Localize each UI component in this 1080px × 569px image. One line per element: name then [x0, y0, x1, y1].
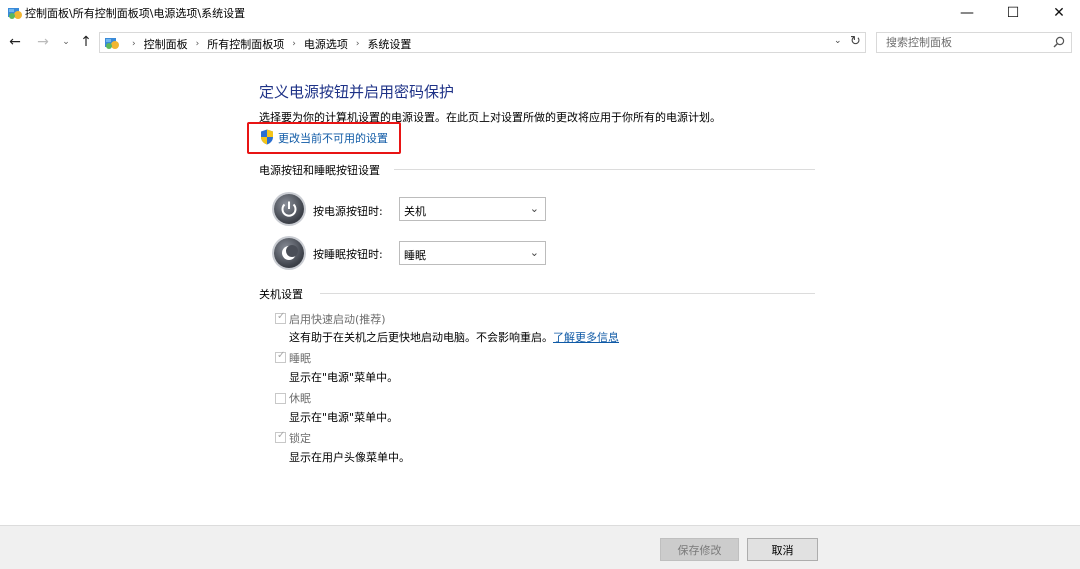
control-panel-icon	[105, 38, 119, 49]
sleep-button-icon	[274, 238, 304, 268]
sleep-option-label: 睡眠	[289, 352, 311, 365]
footer-bar: 保存修改 取消	[0, 525, 1080, 569]
search-box[interactable]	[876, 32, 1072, 53]
refresh-button[interactable]: ↻	[850, 34, 861, 49]
breadcrumb-separator: ›	[292, 39, 296, 49]
checkmark-icon: ✓	[277, 350, 286, 361]
breadcrumb-separator: ›	[195, 39, 200, 49]
chevron-down-icon: ⌄	[529, 202, 539, 215]
checkmark-icon: ✓	[277, 430, 286, 441]
back-button[interactable]: ←	[4, 29, 26, 55]
chevron-down-icon: ⌄	[529, 246, 539, 259]
power-button-icon	[274, 194, 304, 224]
fast-startup-description: 这有助于在关机之后更快地启动电脑。不会影响重启。了解更多信息	[289, 329, 619, 345]
sleep-button-action-select[interactable]: 睡眠 ⌄	[399, 241, 546, 265]
power-button-label: 按电源按钮时:	[313, 205, 383, 218]
section-divider	[320, 293, 815, 294]
hibernate-checkbox[interactable]	[275, 393, 286, 404]
address-row: ← → ⌄ ↑ › 控制面板 › 所有控制面板项 › 电源选项 › 系统设置 ⌄…	[0, 29, 1080, 55]
close-button[interactable]: ✕	[1036, 0, 1080, 26]
section-heading-shutdown: 关机设置	[259, 288, 303, 301]
power-button-action-select[interactable]: 关机 ⌄	[399, 197, 546, 221]
cancel-button[interactable]: 取消	[747, 538, 818, 561]
fast-startup-checkbox[interactable]: ✓	[275, 311, 286, 324]
lock-option-label: 锁定	[289, 432, 311, 445]
breadcrumb: › 控制面板 › 所有控制面板项 › 电源选项 › 系统设置	[124, 36, 411, 52]
address-dropdown-button[interactable]: ⌄	[834, 36, 842, 46]
learn-more-link[interactable]: 了解更多信息	[553, 331, 619, 344]
title-bar: 控制面板\所有控制面板项\电源选项\系统设置 — ☐ ✕	[0, 0, 1080, 26]
forward-button[interactable]: →	[32, 29, 54, 55]
sleep-option-description: 显示在"电源"菜单中。	[289, 371, 399, 384]
sleep-button-label: 按睡眠按钮时:	[313, 248, 383, 261]
sleep-button-action-value: 睡眠	[404, 249, 426, 262]
power-button-action-value: 关机	[404, 205, 426, 218]
change-unavailable-settings-link[interactable]: 更改当前不可用的设置	[278, 130, 388, 146]
section-divider	[394, 169, 815, 170]
save-changes-button[interactable]: 保存修改	[660, 538, 739, 561]
minimize-button[interactable]: —	[944, 0, 990, 26]
breadcrumb-separator: ›	[355, 39, 360, 49]
lock-checkbox[interactable]: ✓	[275, 430, 286, 443]
breadcrumb-item-all-items[interactable]: 所有控制面板项	[207, 36, 284, 52]
search-icon[interactable]	[1053, 36, 1065, 48]
address-bar[interactable]: › 控制面板 › 所有控制面板项 › 电源选项 › 系统设置 ⌄ ↻	[99, 32, 866, 53]
maximize-button[interactable]: ☐	[990, 0, 1036, 26]
section-heading-power-buttons: 电源按钮和睡眠按钮设置	[259, 164, 380, 177]
lock-option-description: 显示在用户头像菜单中。	[289, 451, 410, 464]
breadcrumb-item-power-options[interactable]: 电源选项	[304, 36, 348, 52]
fast-startup-description-text: 这有助于在关机之后更快地启动电脑。不会影响重启。	[289, 331, 553, 344]
recent-locations-button[interactable]: ⌄	[59, 29, 73, 55]
fast-startup-label: 启用快速启动(推荐)	[289, 313, 386, 326]
sleep-checkbox[interactable]: ✓	[275, 350, 286, 363]
uac-shield-icon	[261, 129, 273, 145]
hibernate-option-description: 显示在"电源"菜单中。	[289, 411, 399, 424]
up-button[interactable]: ↑	[76, 29, 96, 55]
control-panel-icon	[8, 8, 22, 19]
page-title: 定义电源按钮并启用密码保护	[259, 83, 455, 101]
breadcrumb-item-system-settings[interactable]: 系统设置	[367, 36, 411, 52]
checkmark-icon: ✓	[277, 311, 286, 322]
breadcrumb-separator: ›	[132, 39, 136, 49]
window-title: 控制面板\所有控制面板项\电源选项\系统设置	[25, 7, 246, 20]
search-input[interactable]	[878, 34, 1051, 51]
breadcrumb-item-control-panel[interactable]: 控制面板	[144, 36, 188, 52]
hibernate-option-label: 休眠	[289, 392, 311, 405]
